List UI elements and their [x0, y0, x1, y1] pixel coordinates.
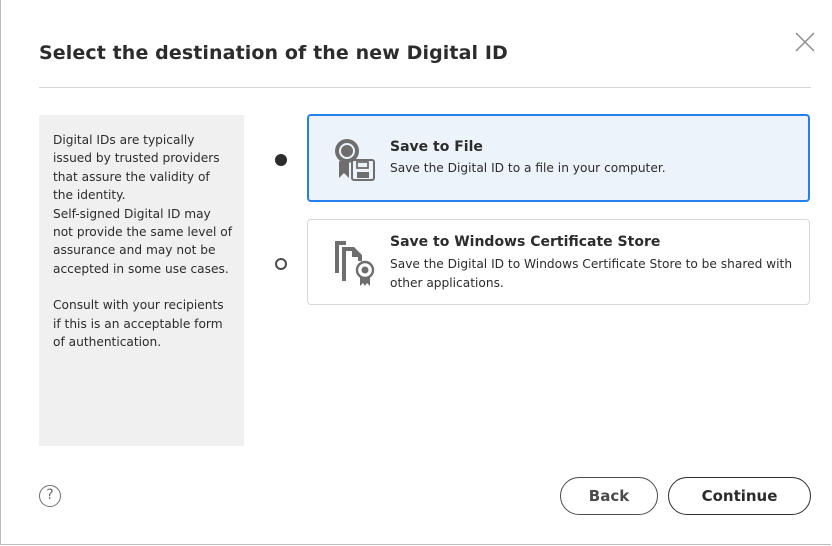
option-save-to-file[interactable]: Save to File Save the Digital ID to a fi…	[307, 114, 810, 202]
help-button[interactable]: ?	[39, 485, 61, 507]
option-description: Save the Digital ID to Windows Certifica…	[390, 257, 793, 290]
option-title: Save to Windows Certificate Store	[390, 234, 661, 250]
info-text: Self-signed Digital ID may not provide t…	[53, 206, 233, 276]
digital-id-dialog: Select the destination of the new Digita…	[0, 0, 831, 545]
option-title: Save to File	[390, 139, 483, 155]
option-save-to-windows-store[interactable]: Save to Windows Certificate Store Save t…	[307, 219, 810, 305]
help-icon: ?	[46, 487, 54, 503]
radio-save-to-file[interactable]	[275, 154, 287, 166]
close-button[interactable]	[793, 30, 817, 54]
dialog-title: Select the destination of the new Digita…	[39, 42, 508, 64]
info-text: Digital IDs are typically issued by trus…	[53, 133, 220, 203]
info-panel: Digital IDs are typically issued by trus…	[39, 115, 244, 446]
close-icon	[795, 32, 815, 52]
continue-button[interactable]: Continue	[668, 477, 811, 515]
back-button[interactable]: Back	[560, 477, 658, 515]
option-description: Save the Digital ID to a file in your co…	[390, 161, 666, 175]
title-divider	[39, 87, 811, 88]
certificate-file-icon	[335, 139, 375, 181]
info-text: Consult with your recipients if this is …	[53, 298, 224, 350]
radio-save-to-windows-store[interactable]	[275, 258, 287, 270]
certificate-store-icon	[335, 241, 375, 286]
